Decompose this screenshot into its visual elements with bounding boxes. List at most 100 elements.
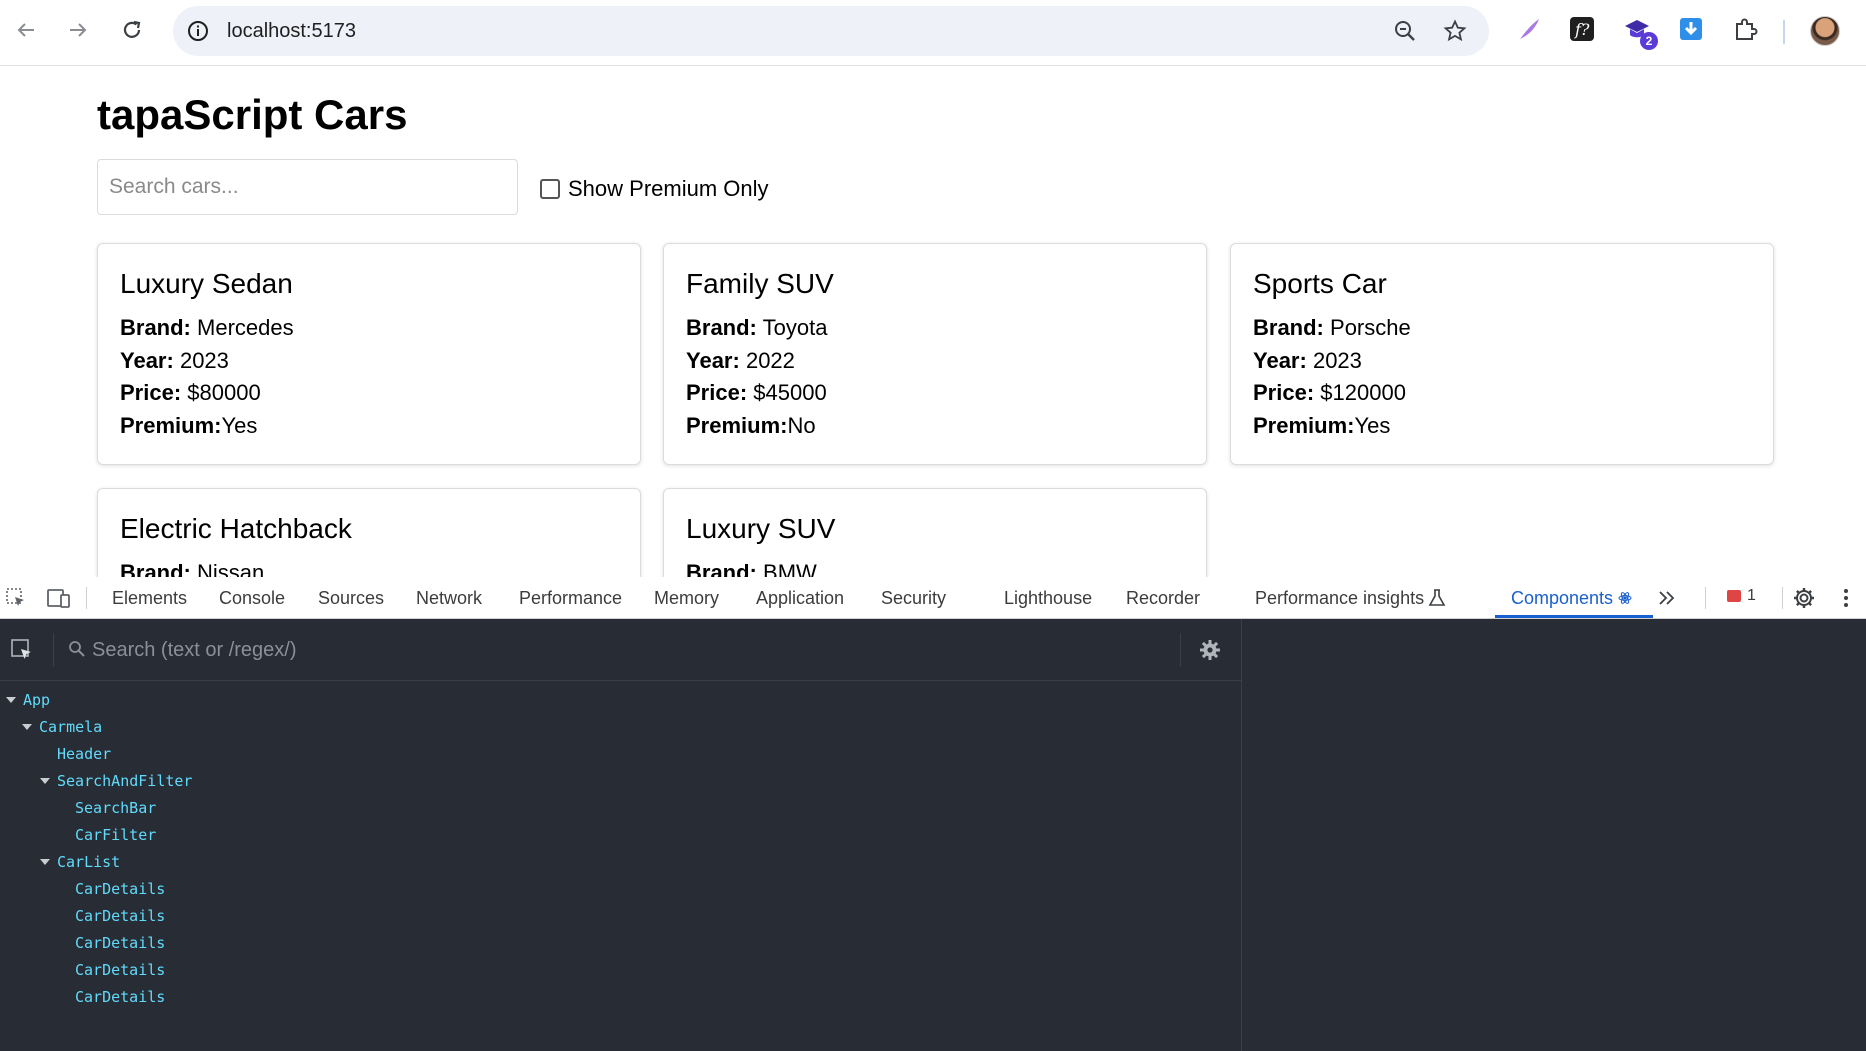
- car-brand: Brand: Nissan: [120, 560, 265, 577]
- tab-network[interactable]: Network: [416, 588, 482, 609]
- settings-gear-icon[interactable]: [1792, 586, 1816, 610]
- flask-icon: [1428, 589, 1446, 606]
- forward-button[interactable]: [60, 12, 96, 48]
- tab-memory[interactable]: Memory: [654, 588, 719, 609]
- components-tree-pane: App Carmela Header SearchAndFilter Searc…: [0, 619, 1241, 1051]
- extension-badge: 2: [1640, 32, 1658, 50]
- tab-console[interactable]: Console: [219, 588, 285, 609]
- car-year: Year: 2022: [686, 347, 795, 373]
- car-card: Electric Hatchback Brand: Nissan: [97, 488, 641, 577]
- tree-node-app[interactable]: App: [6, 689, 50, 711]
- tree-node-header[interactable]: Header: [57, 743, 111, 765]
- tab-elements[interactable]: Elements: [112, 588, 187, 609]
- download-extension-icon[interactable]: [1676, 14, 1706, 44]
- car-year: Year: 2023: [1253, 347, 1362, 373]
- page-title: tapaScript Cars: [97, 91, 408, 138]
- components-settings-gear-icon[interactable]: [1198, 638, 1222, 662]
- graduation-extension-icon[interactable]: 2: [1622, 14, 1658, 50]
- car-name: Family SUV: [686, 268, 834, 299]
- arrow-right-icon: [70, 23, 87, 37]
- profile-avatar[interactable]: [1810, 16, 1840, 46]
- premium-checkbox[interactable]: [540, 179, 560, 199]
- devtools-tab-bar: Elements Console Sources Network Perform…: [0, 577, 1866, 619]
- car-price: Price: $120000: [1253, 380, 1406, 405]
- devtools-panel: Elements Console Sources Network Perform…: [0, 577, 1866, 1051]
- tab-performance[interactable]: Performance: [519, 588, 622, 609]
- url-text[interactable]: localhost:5173: [227, 20, 356, 43]
- expand-caret-icon[interactable]: [40, 778, 50, 784]
- car-premium: Premium:Yes: [1253, 412, 1391, 438]
- tree-node-carlist[interactable]: CarList: [40, 851, 120, 873]
- car-card: Family SUV Brand: Toyota Year: 2022 Pric…: [663, 243, 1207, 465]
- tab-performance-insights[interactable]: Performance insights: [1255, 588, 1424, 609]
- car-premium: Premium:No: [686, 412, 816, 438]
- tab-separator: [1782, 587, 1783, 609]
- extensions-puzzle-icon[interactable]: [1731, 14, 1761, 44]
- active-tab-indicator: [1495, 615, 1653, 618]
- tab-sources[interactable]: Sources: [318, 588, 384, 609]
- tree-node-cardetails[interactable]: CarDetails: [75, 878, 165, 900]
- expand-caret-icon[interactable]: [40, 859, 50, 865]
- car-card: Luxury Sedan Brand: Mercedes Year: 2023 …: [97, 243, 641, 465]
- tree-node-cardetails[interactable]: CarDetails: [75, 905, 165, 927]
- error-counter[interactable]: 1: [1727, 587, 1756, 605]
- tab-lighthouse[interactable]: Lighthouse: [1004, 588, 1092, 609]
- car-name: Luxury Sedan: [120, 268, 293, 299]
- tab-separator: [86, 587, 87, 609]
- tree-node-cardetails[interactable]: CarDetails: [75, 959, 165, 981]
- quill-extension-icon[interactable]: [1514, 14, 1544, 44]
- tab-application[interactable]: Application: [756, 588, 844, 609]
- inspect-element-icon[interactable]: [4, 586, 28, 610]
- components-search-input[interactable]: [92, 633, 962, 667]
- search-separator: [53, 633, 54, 667]
- more-tabs-chevron-icon[interactable]: [1656, 588, 1678, 608]
- car-brand: Brand: Porsche: [1253, 315, 1411, 340]
- reload-icon: [123, 20, 141, 38]
- tree-node-cardetails[interactable]: CarDetails: [75, 932, 165, 954]
- car-brand: Brand: Toyota: [686, 315, 828, 340]
- search-input[interactable]: [97, 159, 518, 215]
- expand-caret-icon[interactable]: [6, 697, 16, 703]
- tree-node-searchbar[interactable]: SearchBar: [75, 797, 156, 819]
- car-card: Luxury SUV Brand: BMW: [663, 488, 1207, 577]
- search-icon: [69, 641, 85, 657]
- car-brand: Brand: Mercedes: [120, 315, 294, 340]
- toolbar-separator: [1783, 20, 1785, 44]
- tree-node-cardetails[interactable]: CarDetails: [75, 986, 165, 1008]
- error-icon: [1727, 590, 1741, 602]
- tree-node-carfilter[interactable]: CarFilter: [75, 824, 156, 846]
- expand-caret-icon[interactable]: [22, 724, 32, 730]
- search-separator: [1180, 633, 1181, 667]
- tab-recorder[interactable]: Recorder: [1126, 588, 1200, 609]
- bookmark-star-icon[interactable]: [1443, 19, 1467, 43]
- premium-filter[interactable]: Show Premium Only: [540, 176, 769, 202]
- site-info-icon[interactable]: [186, 19, 210, 43]
- back-button[interactable]: [8, 12, 44, 48]
- car-premium: Premium:Yes: [120, 412, 258, 438]
- reload-button[interactable]: [114, 12, 150, 48]
- device-toolbar-icon[interactable]: [46, 586, 72, 610]
- premium-label: Show Premium Only: [568, 176, 769, 201]
- tree-node-carmela[interactable]: Carmela: [22, 716, 102, 738]
- car-name: Luxury SUV: [686, 513, 836, 544]
- address-bar[interactable]: localhost:5173: [173, 6, 1489, 56]
- browser-toolbar: localhost:5173 f? 2: [0, 0, 1866, 66]
- tree-node-searchandfilter[interactable]: SearchAndFilter: [40, 770, 192, 792]
- zoom-icon[interactable]: [1393, 19, 1417, 43]
- page-viewport: tapaScript Cars Show Premium Only Luxury…: [0, 67, 1866, 577]
- svg-text:f?: f?: [1574, 20, 1590, 39]
- car-brand: Brand: BMW: [686, 560, 817, 577]
- tab-security[interactable]: Security: [881, 588, 946, 609]
- tab-components[interactable]: Components: [1511, 588, 1613, 609]
- car-name: Electric Hatchback: [120, 513, 352, 544]
- car-card: Sports Car Brand: Porsche Year: 2023 Pri…: [1230, 243, 1774, 465]
- more-options-icon[interactable]: [1838, 586, 1854, 610]
- car-price: Price: $80000: [120, 380, 261, 405]
- select-component-icon[interactable]: [10, 638, 34, 662]
- formula-extension-icon[interactable]: f?: [1567, 14, 1597, 44]
- car-price: Price: $45000: [686, 380, 827, 405]
- car-name: Sports Car: [1253, 268, 1387, 299]
- tab-separator: [1705, 587, 1706, 609]
- react-icon: [1618, 592, 1632, 604]
- components-search-bar: [0, 619, 1241, 681]
